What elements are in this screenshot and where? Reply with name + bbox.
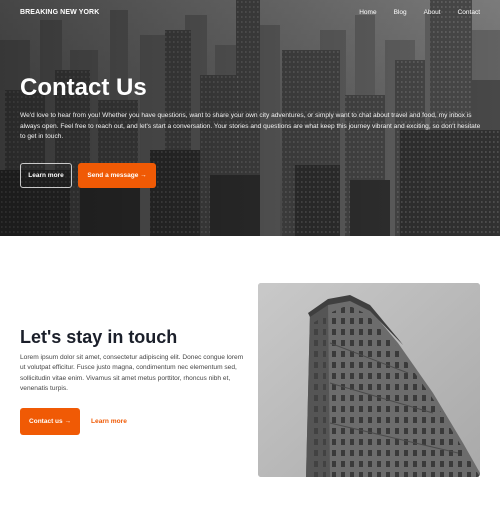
flatiron-building-image: [258, 283, 480, 477]
nav-link-about[interactable]: About: [424, 9, 441, 16]
flatiron-building-photo: [258, 283, 480, 477]
learn-more-link[interactable]: Learn more: [91, 418, 127, 425]
section-title: Let's stay in touch: [20, 327, 178, 347]
contact-us-button[interactable]: Contact us →: [20, 408, 80, 435]
nav-link-home[interactable]: Home: [359, 9, 376, 16]
hero-description: We'd love to hear from you! Whether you …: [20, 112, 481, 140]
site-brand[interactable]: BREAKING NEW YORK: [20, 9, 99, 16]
nav-links: Home Blog About Contact: [359, 9, 480, 16]
section-description: Lorem ipsum dolor sit amet, consectetur …: [20, 354, 244, 393]
send-message-button[interactable]: Send a message →: [78, 163, 156, 188]
top-nav: BREAKING NEW YORK Home Blog About Contac…: [0, 0, 500, 26]
learn-more-button[interactable]: Learn more: [20, 163, 72, 188]
hero-section: BREAKING NEW YORK Home Blog About Contac…: [0, 0, 500, 236]
nav-link-contact[interactable]: Contact: [458, 9, 480, 16]
hero-title: Contact Us: [20, 74, 147, 101]
nav-link-blog[interactable]: Blog: [394, 9, 407, 16]
